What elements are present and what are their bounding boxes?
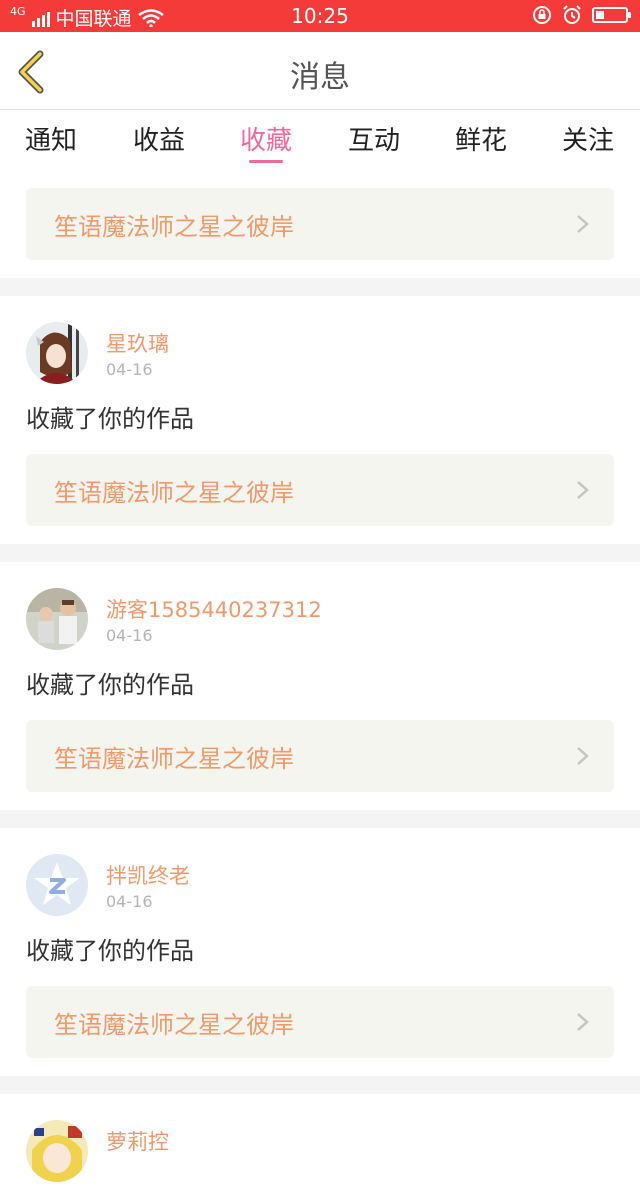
work-title: 笙语魔法师之星之彼岸 — [54, 744, 294, 773]
username[interactable]: 游客1585440237312 — [106, 594, 322, 624]
list-item: 游客1585440237312 04-16 收藏了你的作品 笙语魔法师之星之彼岸 — [0, 562, 640, 810]
action-text: 收藏了你的作品 — [26, 671, 194, 699]
divider — [0, 278, 640, 296]
tab-earnings[interactable]: 收益 — [119, 120, 199, 157]
work-link[interactable]: 笙语魔法师之星之彼岸 — [26, 720, 614, 792]
work-link[interactable]: 笙语魔法师之星之彼岸 — [26, 188, 614, 260]
list-item: 萝莉控 — [0, 1094, 640, 1182]
username[interactable]: 拌凯终老 — [106, 860, 190, 890]
favorites-feed: 笙语魔法师之星之彼岸 星玖璃 04-16 收藏了你的作品 笙语魔法师之星之彼岸 … — [0, 172, 640, 1182]
work-title: 笙语魔法师之星之彼岸 — [54, 1010, 294, 1039]
timestamp: 04-16 — [106, 892, 153, 911]
header: 消息 — [0, 32, 640, 110]
active-tab-indicator — [249, 160, 283, 163]
chevron-right-icon — [577, 215, 589, 233]
alarm-icon — [563, 5, 581, 24]
chevron-right-icon — [577, 481, 589, 499]
list-item: 星玖璃 04-16 收藏了你的作品 笙语魔法师之星之彼岸 — [0, 296, 640, 544]
status-bar: 4G 中国联通 10:25 — [0, 0, 640, 32]
divider — [0, 1076, 640, 1094]
work-title: 笙语魔法师之星之彼岸 — [54, 478, 294, 507]
tab-interactions[interactable]: 互动 — [334, 120, 414, 157]
battery-icon — [592, 7, 631, 23]
work-link[interactable]: 笙语魔法师之星之彼岸 — [26, 986, 614, 1058]
username[interactable]: 萝莉控 — [106, 1126, 169, 1156]
list-item: 拌凯终老 04-16 收藏了你的作品 笙语魔法师之星之彼岸 — [0, 828, 640, 1076]
tab-notifications[interactable]: 通知 — [11, 120, 91, 157]
tab-flowers[interactable]: 鲜花 — [441, 120, 521, 157]
timestamp: 04-16 — [106, 626, 153, 645]
rotation-lock-icon — [533, 6, 551, 24]
tab-follows[interactable]: 关注 — [548, 120, 628, 157]
timestamp: 04-16 — [106, 360, 153, 379]
username[interactable]: 星玖璃 — [106, 328, 169, 358]
divider — [0, 810, 640, 828]
page-title: 消息 — [290, 60, 350, 95]
chevron-right-icon — [577, 747, 589, 765]
avatar[interactable] — [26, 1120, 88, 1182]
action-text: 收藏了你的作品 — [26, 937, 194, 965]
chevron-right-icon — [577, 1013, 589, 1031]
avatar[interactable] — [26, 322, 88, 384]
work-title: 笙语魔法师之星之彼岸 — [54, 212, 294, 241]
divider — [0, 544, 640, 562]
tab-favorites[interactable]: 收藏 — [226, 120, 306, 157]
avatar[interactable] — [26, 588, 88, 650]
action-text: 收藏了你的作品 — [26, 405, 194, 433]
tab-bar: 通知 收益 收藏 互动 鲜花 关注 — [0, 110, 640, 172]
avatar[interactable] — [26, 854, 88, 916]
work-link[interactable]: 笙语魔法师之星之彼岸 — [26, 454, 614, 526]
list-item: 笙语魔法师之星之彼岸 — [0, 172, 640, 278]
